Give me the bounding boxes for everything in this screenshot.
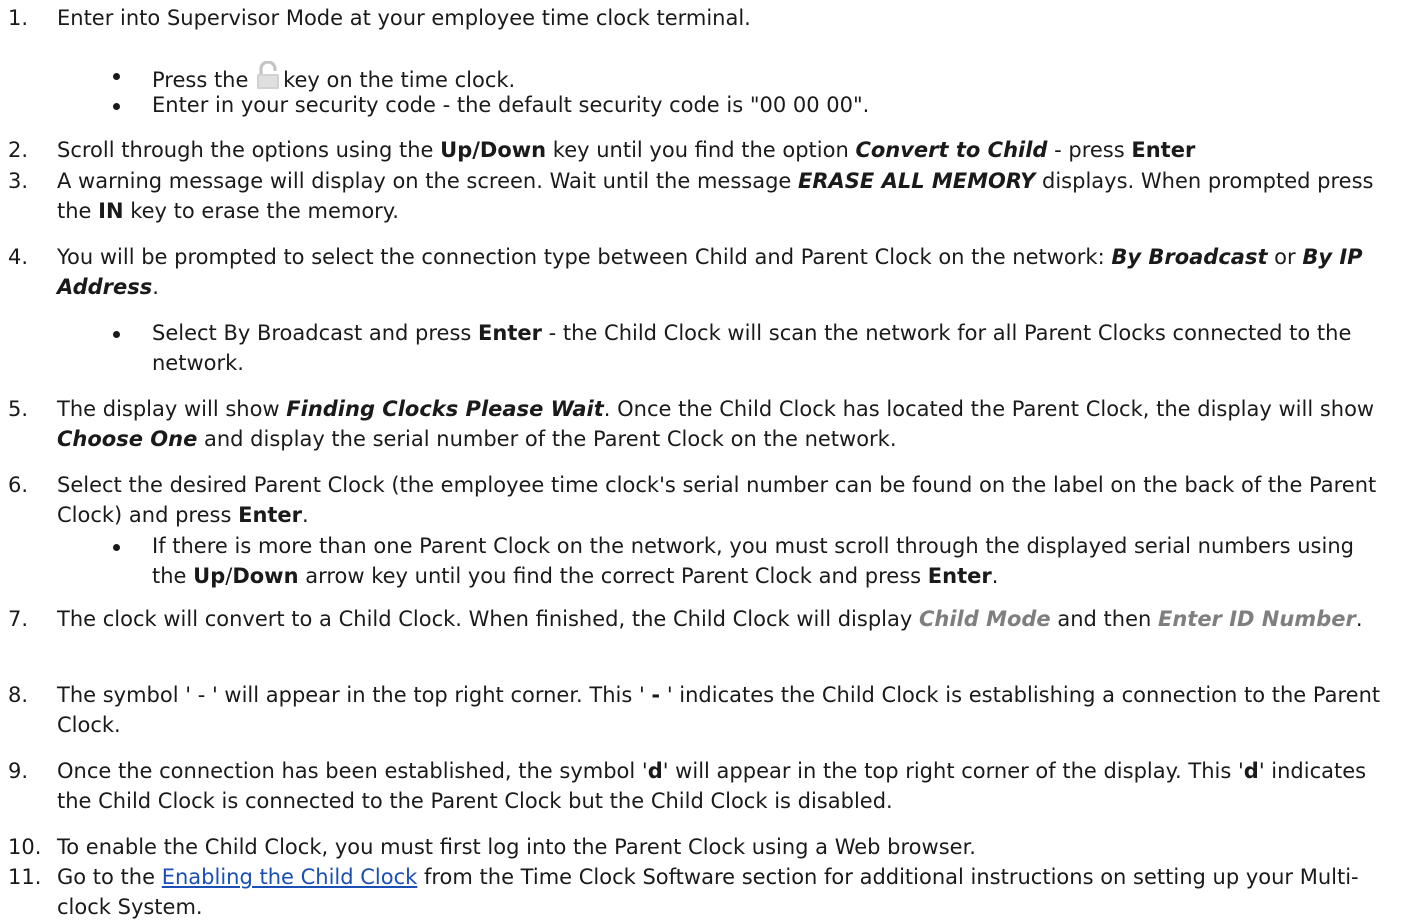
bullet-4a: Select By Broadcast and press Enter - th… [0, 319, 1408, 378]
step-text: The display will show Finding Clocks Ple… [57, 397, 1375, 451]
step-number: 11. [8, 865, 42, 889]
step-number: 3. [8, 169, 29, 193]
step-text: Once the connection has been established… [57, 759, 1367, 813]
step-1: 1. Enter into Supervisor Mode at your em… [0, 4, 1408, 34]
bullet-dot [113, 331, 120, 338]
bullet-text: Select By Broadcast and press Enter - th… [152, 321, 1352, 375]
bullet-1b: Enter in your security code - the defaul… [0, 91, 1408, 121]
step-number: 6. [8, 473, 29, 497]
step-text: The clock will convert to a Child Clock.… [57, 607, 1363, 631]
step-number: 9. [8, 759, 29, 783]
step-3: 3. A warning message will display on the… [0, 167, 1408, 226]
step-text: A warning message will display on the sc… [57, 169, 1374, 223]
step-6: 6. Select the desired Parent Clock (the … [0, 471, 1408, 530]
step-number: 7. [8, 607, 29, 631]
step-text: To enable the Child Clock, you must firs… [57, 835, 976, 859]
step-number: 8. [8, 683, 29, 707]
step-number: 1. [8, 6, 29, 30]
step-4: 4. You will be prompted to select the co… [0, 243, 1408, 302]
step-text: Select the desired Parent Clock (the emp… [57, 473, 1377, 527]
step-text: Scroll through the options using the Up/… [57, 138, 1196, 162]
step-10: 10. To enable the Child Clock, you must … [0, 833, 1408, 863]
step-text: You will be prompted to select the conne… [57, 245, 1363, 299]
step-11: 11. Go to the Enabling the Child Clock f… [0, 863, 1408, 922]
step-text: Enter into Supervisor Mode at your emplo… [57, 6, 751, 30]
step-8: 8. The symbol ' - ' will appear in the t… [0, 681, 1408, 740]
step-number: 4. [8, 245, 29, 269]
step-9: 9. Once the connection has been establis… [0, 757, 1408, 816]
instructions-document: 1. Enter into Supervisor Mode at your em… [0, 0, 1408, 919]
step-number: 5. [8, 397, 29, 421]
bullet-text: Enter in your security code - the defaul… [152, 93, 870, 117]
step-2: 2. Scroll through the options using the … [0, 136, 1408, 166]
step-text: Go to the Enabling the Child Clock from … [57, 865, 1359, 919]
step-number: 2. [8, 138, 29, 162]
unlocked-padlock-icon [257, 61, 280, 89]
enabling-child-clock-link[interactable]: Enabling the Child Clock [162, 865, 418, 889]
bullet-dot [113, 544, 120, 551]
bullet-dot [113, 103, 120, 110]
step-text: The symbol ' - ' will appear in the top … [57, 683, 1381, 737]
bullet-6a: If there is more than one Parent Clock o… [0, 532, 1408, 591]
step-5: 5. The display will show Finding Clocks … [0, 395, 1408, 454]
bullet-text: If there is more than one Parent Clock o… [152, 534, 1354, 588]
step-number: 10. [8, 835, 42, 859]
bullet-dot [113, 73, 120, 80]
step-7: 7. The clock will convert to a Child Clo… [0, 605, 1408, 635]
